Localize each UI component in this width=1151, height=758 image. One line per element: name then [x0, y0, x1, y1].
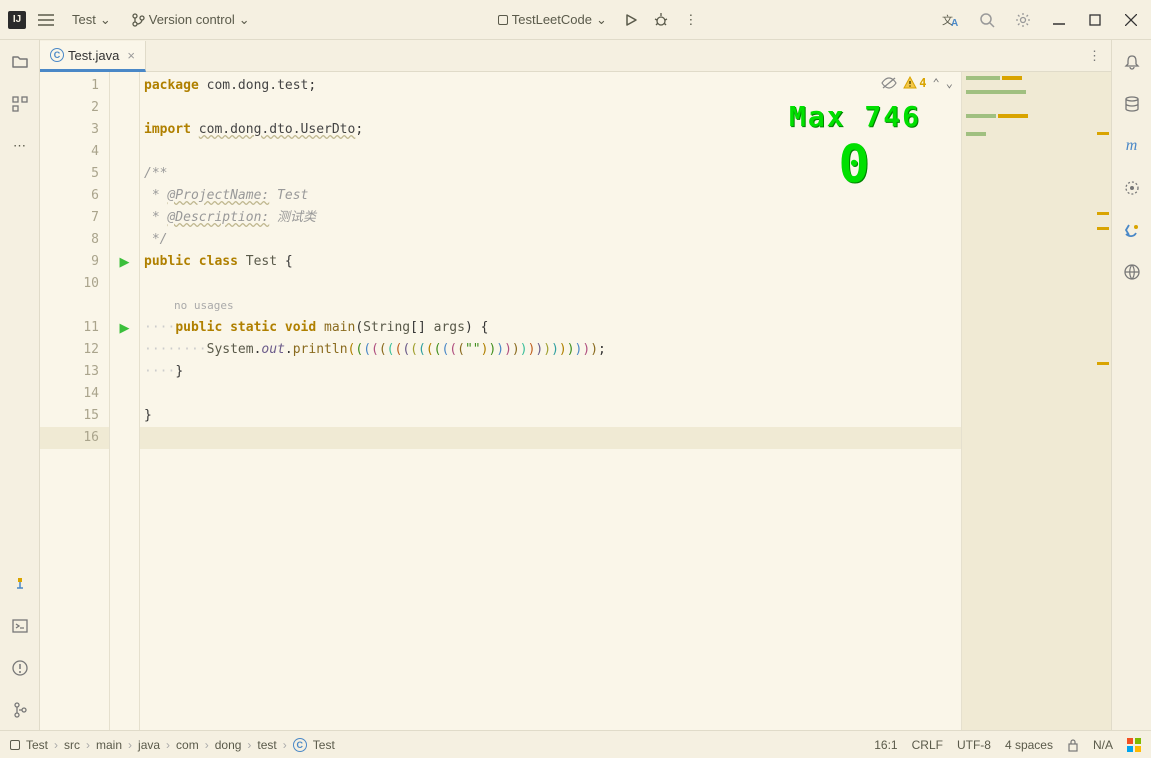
marker-gutter: ▶ ▶ — [110, 72, 140, 730]
chevron-down-icon: ⌄ — [239, 12, 250, 28]
project-name: Test — [72, 12, 96, 27]
eye-off-icon[interactable] — [881, 76, 897, 90]
windows-icon[interactable] — [1127, 738, 1141, 752]
breadcrumb[interactable]: test — [257, 738, 276, 752]
run-config-name: TestLeetCode — [512, 12, 592, 27]
inspection-widget[interactable]: 4 ⌃ ⌄ — [881, 76, 953, 90]
project-tool-icon[interactable] — [8, 50, 32, 74]
more-actions-icon[interactable]: ⋮ — [679, 8, 703, 32]
module-icon — [10, 740, 20, 750]
line-gutter: 1 2 3 4 5 6 7 8 9 10 11 12 13 14 15 16 — [40, 72, 110, 730]
breadcrumb[interactable]: dong — [215, 738, 242, 752]
warning-badge[interactable]: 4 — [903, 76, 926, 90]
prev-problem-icon[interactable]: ⌃ — [933, 76, 940, 90]
java-class-icon: C — [50, 48, 64, 62]
java-class-icon: C — [293, 738, 307, 752]
settings-icon[interactable] — [1011, 8, 1035, 32]
maven-icon[interactable]: m — [1120, 134, 1144, 158]
lock-icon[interactable] — [1067, 738, 1079, 752]
code-content[interactable]: package com.dong.test; import com.dong.d… — [140, 72, 961, 730]
editor-area: C Test.java × ⋮ 1 2 3 4 5 6 7 8 9 10 11 … — [40, 40, 1111, 730]
project-dropdown[interactable]: Test ⌄ — [66, 10, 117, 30]
code-editor[interactable]: 1 2 3 4 5 6 7 8 9 10 11 12 13 14 15 16 ▶ — [40, 72, 1111, 730]
encoding[interactable]: UTF-8 — [957, 738, 991, 752]
leetcode-icon[interactable] — [1120, 218, 1144, 242]
breadcrumb[interactable]: Test — [26, 738, 48, 752]
terminal-tool-icon[interactable] — [8, 614, 32, 638]
svg-text:A: A — [951, 18, 958, 28]
chevron-down-icon: ⌄ — [596, 12, 607, 28]
close-button[interactable] — [1119, 8, 1143, 32]
breadcrumb[interactable]: Test — [313, 738, 335, 752]
branch-icon — [131, 13, 145, 27]
git-tool-icon[interactable] — [8, 698, 32, 722]
statusbar: Test› src› main› java› com› dong› test› … — [0, 730, 1151, 758]
web-icon[interactable] — [1120, 260, 1144, 284]
notifications-icon[interactable] — [1120, 50, 1144, 74]
search-icon[interactable] — [975, 8, 999, 32]
main-menu-icon[interactable] — [34, 8, 58, 32]
vcs-dropdown[interactable]: Version control ⌄ — [125, 10, 256, 30]
run-line-icon[interactable]: ▶ — [120, 320, 130, 336]
debug-button[interactable] — [649, 8, 673, 32]
minimize-button[interactable] — [1047, 8, 1071, 32]
maximize-button[interactable] — [1083, 8, 1107, 32]
next-problem-icon[interactable]: ⌄ — [946, 76, 953, 90]
minimap[interactable] — [961, 72, 1111, 730]
run-config-icon — [498, 15, 508, 25]
vcs-label: Version control — [149, 12, 235, 27]
indent[interactable]: 4 spaces — [1005, 738, 1053, 752]
line-ending[interactable]: CRLF — [912, 738, 943, 752]
translate-icon[interactable]: 文A — [939, 8, 963, 32]
breadcrumb[interactable]: com — [176, 738, 199, 752]
inlay-hint: no usages — [144, 299, 234, 312]
breadcrumb[interactable]: java — [138, 738, 160, 752]
run-button[interactable] — [619, 8, 643, 32]
editor-tab-bar: C Test.java × ⋮ — [40, 40, 1111, 72]
tab-filename: Test.java — [68, 48, 119, 63]
fps-overlay: Max 746 0 — [789, 100, 921, 196]
tab-close-icon[interactable]: × — [127, 48, 135, 63]
app-logo: IJ — [8, 11, 26, 29]
problems-tool-icon[interactable] — [8, 656, 32, 680]
tab-actions-icon[interactable]: ⋮ — [1078, 40, 1111, 71]
main-area: ⋯ C Test.java × ⋮ 1 2 3 4 5 6 — [0, 40, 1151, 730]
caret-position[interactable]: 16:1 — [874, 738, 897, 752]
editor-tab[interactable]: C Test.java × — [40, 41, 146, 72]
run-line-icon[interactable]: ▶ — [120, 254, 130, 270]
structure-tool-icon[interactable] — [8, 92, 32, 116]
chevron-down-icon: ⌄ — [100, 12, 111, 28]
titlebar: IJ Test ⌄ Version control ⌄ TestLeetCode… — [0, 0, 1151, 40]
coverage-icon[interactable] — [1120, 176, 1144, 200]
left-tool-strip: ⋯ — [0, 40, 40, 730]
breadcrumb[interactable]: src — [64, 738, 80, 752]
breadcrumb[interactable]: main — [96, 738, 122, 752]
database-icon[interactable] — [1120, 92, 1144, 116]
run-config-dropdown[interactable]: TestLeetCode ⌄ — [492, 10, 613, 30]
right-tool-strip: m — [1111, 40, 1151, 730]
more-tools-icon[interactable]: ⋯ — [8, 134, 32, 158]
git-status[interactable]: N/A — [1093, 738, 1113, 752]
build-tool-icon[interactable] — [8, 572, 32, 596]
